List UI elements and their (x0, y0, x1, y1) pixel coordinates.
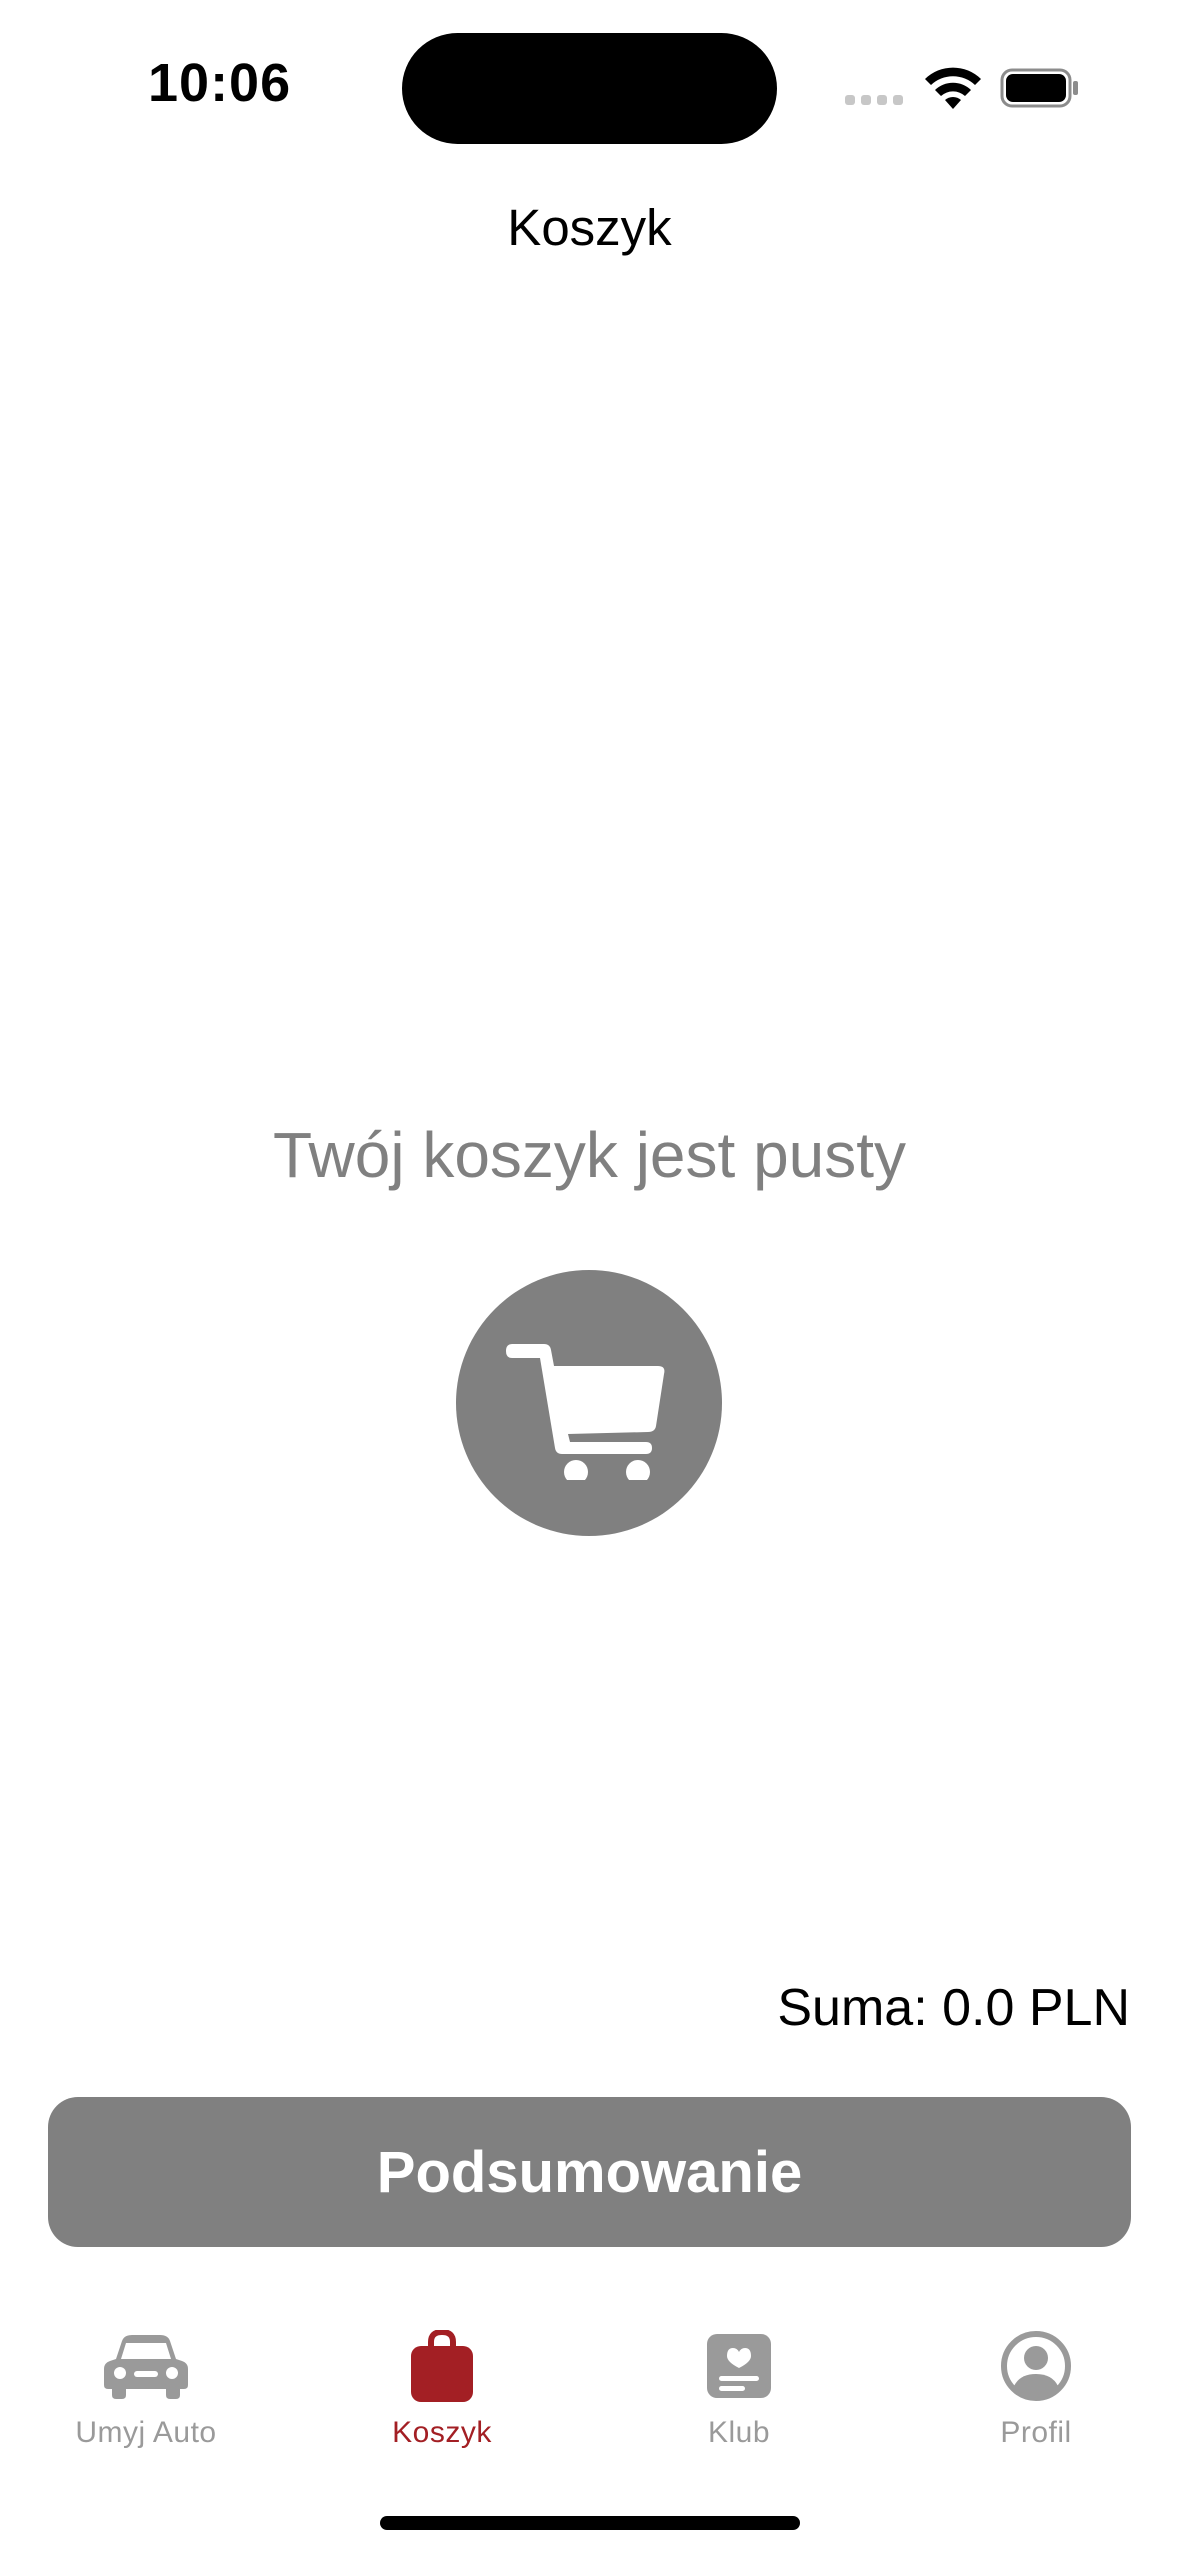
club-card-icon (694, 2326, 784, 2406)
home-indicator[interactable] (380, 2516, 800, 2530)
empty-cart-badge (456, 1270, 722, 1536)
page-title: Koszyk (507, 199, 672, 256)
person-circle-icon (991, 2326, 1081, 2406)
empty-cart-message: Twój koszyk jest pusty (272, 1119, 907, 1191)
tab-label: Koszyk (392, 2416, 492, 2449)
battery-icon (1000, 68, 1078, 108)
dynamic-island (402, 33, 777, 144)
cellular-signal-icon (845, 95, 905, 107)
status-time: 10:06 (148, 53, 292, 113)
car-icon (101, 2326, 191, 2406)
tab-profil[interactable]: Profil (906, 2310, 1166, 2480)
tab-bar: Umyj Auto Koszyk Klub Profil (0, 2310, 1179, 2480)
tab-label: Umyj Auto (75, 2416, 217, 2449)
summary-button[interactable]: Podsumowanie (48, 2097, 1131, 2247)
tab-label: Profil (1000, 2416, 1072, 2449)
wifi-icon (925, 67, 981, 109)
cart-icon (506, 1344, 665, 1480)
tab-koszyk[interactable]: Koszyk (312, 2310, 572, 2480)
bag-icon (397, 2326, 487, 2406)
cart-total: Suma: 0.0 PLN (777, 1979, 1130, 2037)
tab-label: Klub (707, 2416, 771, 2449)
tab-klub[interactable]: Klub (609, 2310, 869, 2480)
tab-umyj-auto[interactable]: Umyj Auto (16, 2310, 276, 2480)
